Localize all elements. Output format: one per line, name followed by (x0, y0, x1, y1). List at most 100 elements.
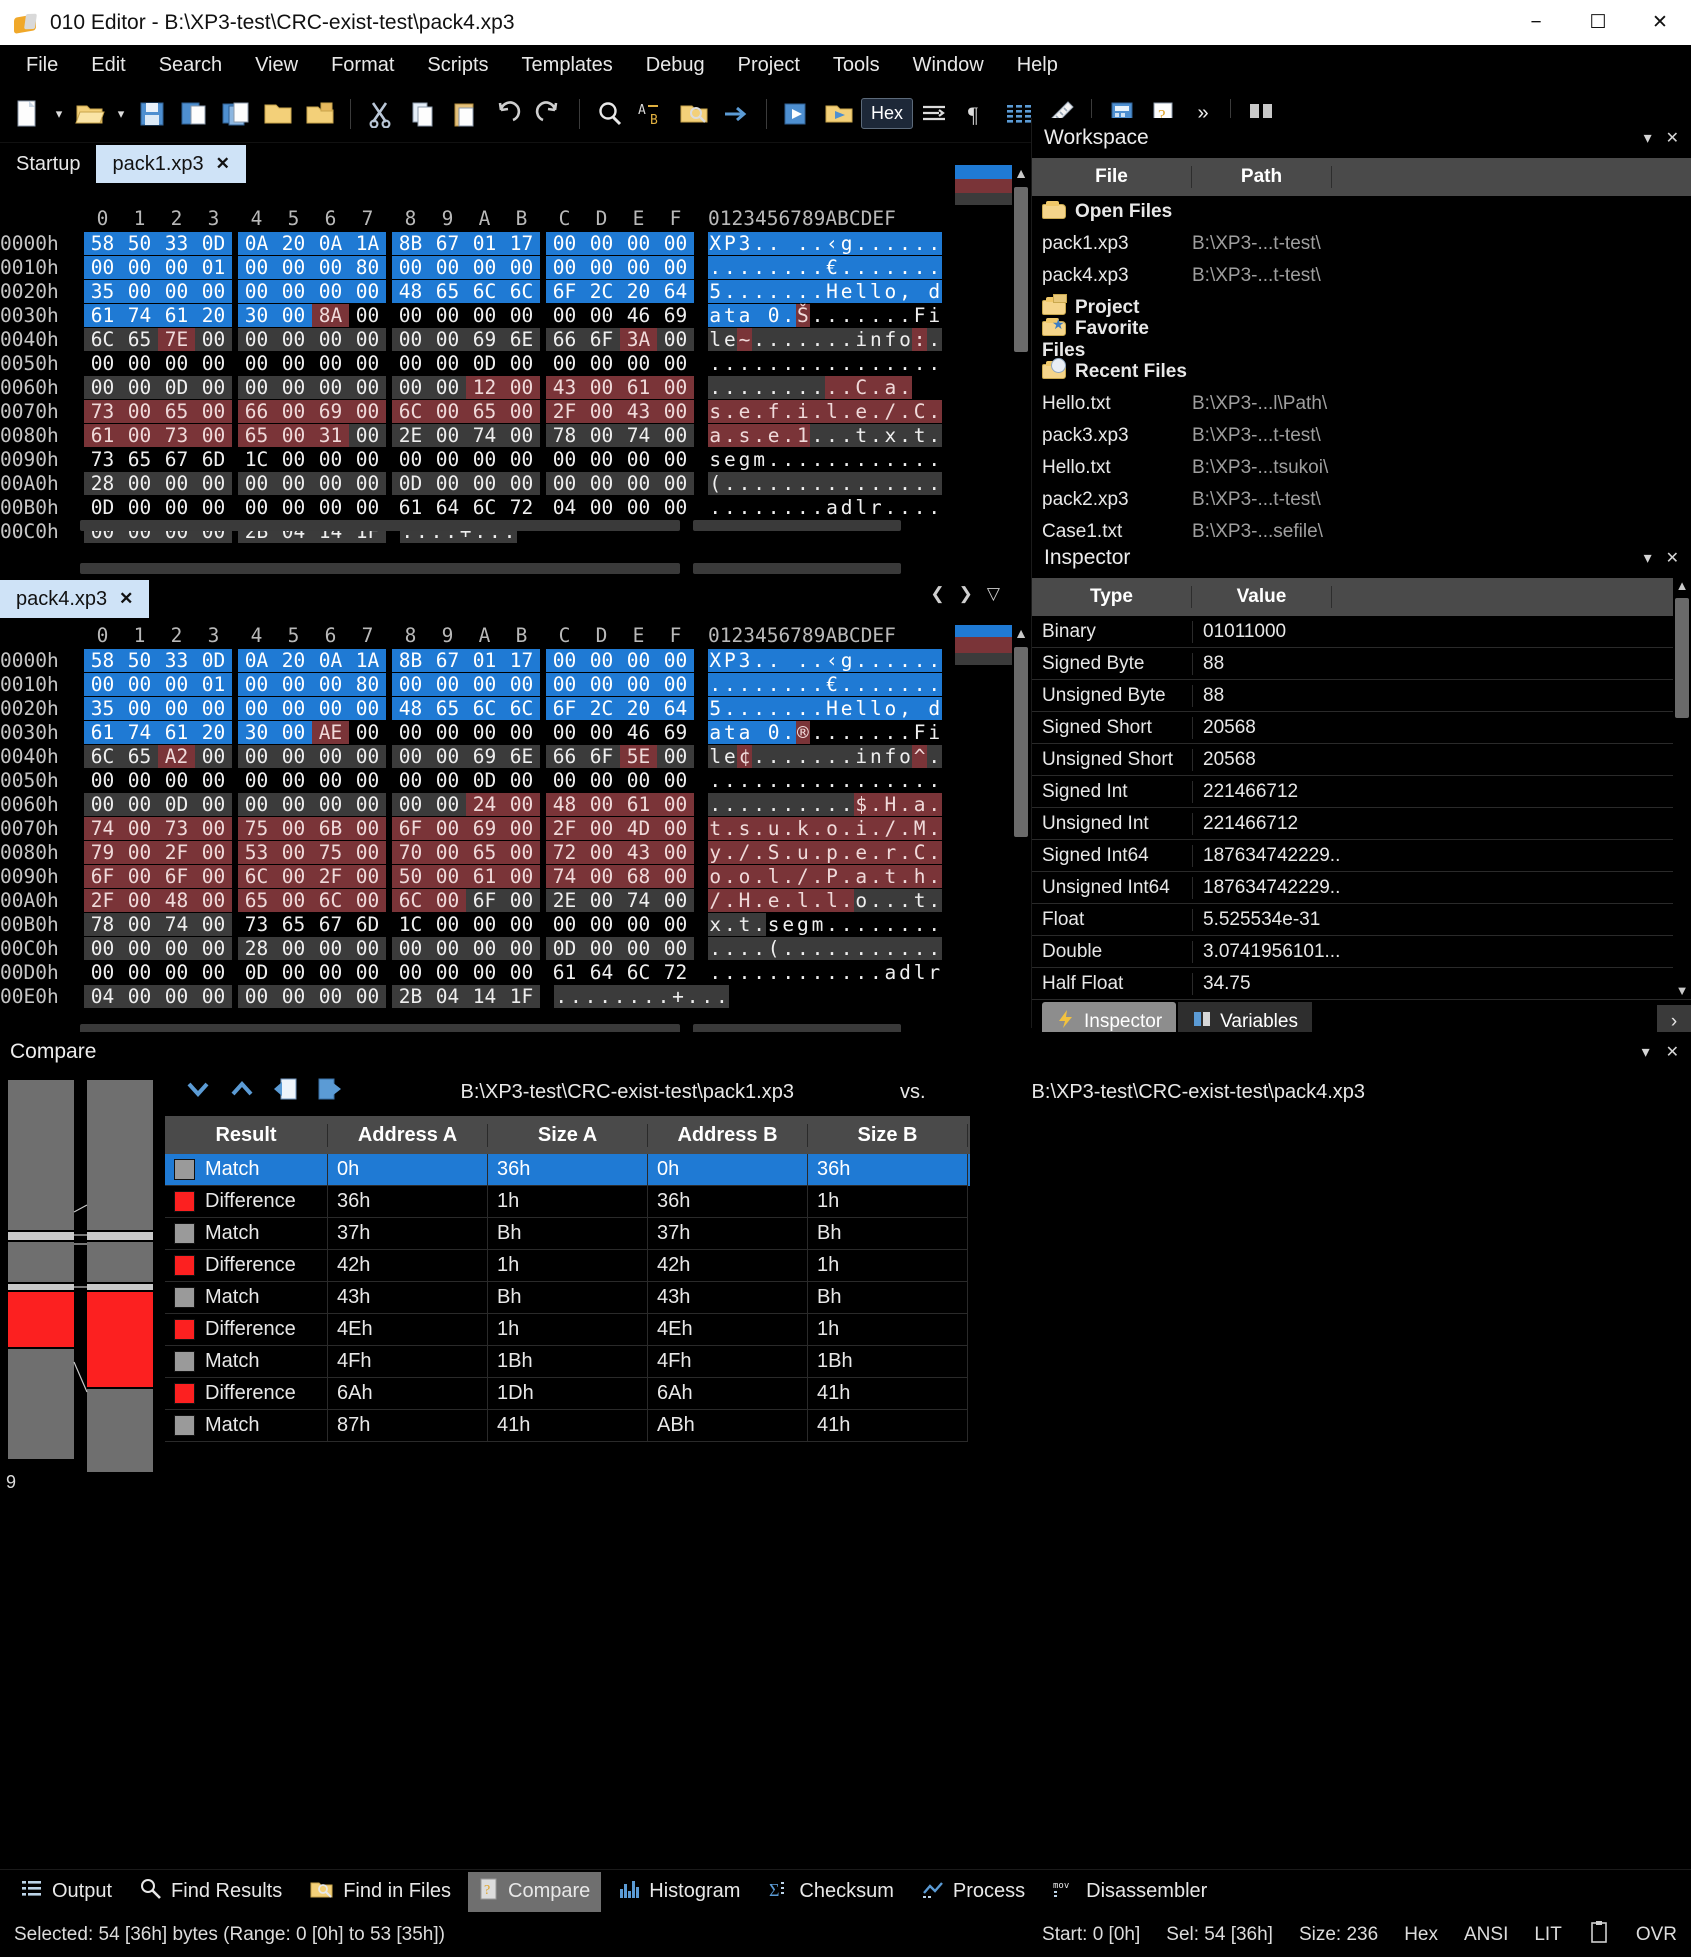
hex-byte[interactable]: 00 (429, 471, 466, 495)
ascii-char[interactable]: e (781, 913, 796, 936)
hex-byte[interactable]: 00 (349, 816, 386, 840)
hex-byte[interactable]: 00 (657, 792, 694, 816)
ascii-char[interactable]: . (708, 769, 723, 792)
ascii-char[interactable]: a (825, 496, 840, 519)
hex-byte[interactable]: 00 (121, 888, 158, 912)
compare-result-cell[interactable]: Difference (165, 1314, 328, 1346)
hex-byte[interactable]: 00 (583, 231, 620, 255)
inspector-value-cell[interactable]: 88 (1192, 652, 1332, 675)
hex-byte[interactable]: 00 (546, 913, 583, 936)
ascii-char[interactable]: . (810, 304, 825, 327)
ascii-char[interactable]: o (708, 864, 723, 888)
workspace-col-file[interactable]: File (1032, 166, 1192, 188)
hex-byte[interactable]: 74 (620, 423, 657, 447)
line-wrap-icon[interactable] (915, 94, 955, 134)
ascii-char[interactable]: o (897, 744, 913, 768)
ascii-char[interactable]: o (883, 696, 898, 720)
ascii-char[interactable]: . (824, 423, 840, 447)
ascii-char[interactable]: k (795, 816, 811, 840)
ascii-char[interactable]: . (883, 496, 898, 519)
ascii-char[interactable]: C (912, 840, 927, 864)
compare-size-a-cell[interactable]: 1h (488, 1250, 648, 1282)
hex-row[interactable]: 0020h 35 00 00 00 00 00 00 00 48 65 6C 6C 6F 2C 20 64 5..… (0, 696, 1030, 720)
ascii-char[interactable]: . (868, 648, 884, 672)
hex-byte[interactable]: 00 (429, 672, 466, 696)
ascii-char[interactable]: . (737, 352, 752, 375)
ascii-char[interactable]: . (912, 936, 927, 960)
ascii-char[interactable]: . (751, 864, 767, 888)
hex-byte[interactable]: 00 (275, 255, 312, 279)
ascii-char[interactable]: . (898, 769, 913, 792)
ascii-char[interactable]: . (722, 696, 738, 720)
hex-byte[interactable]: 00 (503, 864, 540, 888)
hex-byte[interactable]: 6C (238, 864, 275, 888)
inspector-value-cell[interactable]: 5.525534e-31 (1192, 908, 1332, 931)
ascii-char[interactable]: . (912, 648, 927, 672)
hex-byte[interactable]: 01 (195, 255, 232, 279)
ascii-char[interactable]: . (810, 231, 825, 255)
ascii-char[interactable]: . (722, 816, 738, 840)
ascii-char[interactable]: . (766, 496, 781, 519)
ascii-char[interactable]: . (854, 352, 869, 375)
inspector-value-cell[interactable]: 3.0741956101... (1192, 940, 1340, 963)
compare-address-a-cell[interactable]: 0h (328, 1154, 488, 1186)
ascii-char[interactable]: . (810, 279, 825, 303)
ascii-char[interactable]: . (781, 352, 796, 375)
ascii-char[interactable]: . (780, 327, 796, 351)
open-folder-icon[interactable] (258, 94, 298, 134)
search-icon[interactable] (590, 94, 630, 134)
hex-byte[interactable]: 00 (429, 913, 466, 936)
ascii-char[interactable]: e (839, 279, 854, 303)
hex-byte[interactable]: 00 (657, 888, 694, 912)
hex-byte[interactable]: 00 (349, 352, 386, 375)
hex-byte[interactable]: 00 (312, 961, 349, 984)
ascii-char[interactable]: . (839, 961, 854, 984)
hex-byte[interactable]: 00 (349, 721, 386, 744)
ascii-char[interactable]: . (839, 304, 854, 327)
ascii-char[interactable]: / (708, 888, 723, 912)
paste-icon[interactable] (445, 94, 485, 134)
ascii-char[interactable]: . (883, 255, 898, 279)
compare-col-address-a[interactable]: Address A (328, 1123, 488, 1147)
ascii-char[interactable]: . (927, 496, 942, 519)
hex-byte[interactable]: 65 (429, 696, 466, 720)
hex-byte[interactable]: 00 (429, 769, 466, 792)
ascii-char[interactable]: . (810, 936, 825, 960)
hex-byte[interactable]: 66 (546, 744, 583, 768)
ascii-char[interactable]: H (824, 279, 840, 303)
hex-byte[interactable]: 61 (620, 792, 657, 816)
ascii-char[interactable]: . (795, 471, 811, 495)
hex-byte[interactable]: 65 (121, 327, 158, 351)
ascii-char[interactable]: . (568, 984, 584, 1008)
ascii-char[interactable]: . (883, 936, 898, 960)
ascii-char[interactable]: . (780, 279, 796, 303)
hex-byte[interactable]: 72 (546, 840, 583, 864)
hex-byte[interactable]: 00 (583, 423, 620, 447)
hex-byte[interactable]: 00 (349, 961, 386, 984)
hex-byte[interactable]: 00 (312, 744, 349, 768)
compare-results-table[interactable]: Match 0h 36h 0h 36h Difference 36h 1h 36h 1h Match… (165, 1154, 970, 1442)
hex-byte[interactable]: 0A (238, 231, 275, 255)
hex-byte[interactable]: 00 (546, 448, 583, 471)
workspace-file-cell[interactable]: pack1.xp3 (1032, 233, 1192, 255)
inspector-scroll-thumb[interactable] (1675, 598, 1689, 718)
ascii-char[interactable]: . (926, 672, 942, 696)
bottom-tab-histogram[interactable]: Histogram (607, 1873, 751, 1911)
hex-row[interactable]: 00A0h 2F 00 48 00 65 00 6C 00 6C 00 6F 00 2E 00 74 00/. H… (0, 888, 1030, 912)
ascii-char[interactable]: y (708, 840, 723, 864)
bottom-tab-find-results[interactable]: Find Results (129, 1872, 293, 1912)
compare-address-b-cell[interactable]: 36h (648, 1186, 808, 1218)
ascii-char[interactable]: . (897, 471, 913, 495)
ascii-char[interactable]: . (810, 961, 825, 984)
ascii-char[interactable]: . (751, 327, 767, 351)
ascii-char[interactable]: P (824, 864, 840, 888)
hex-byte[interactable]: 30 (238, 720, 275, 744)
compare-col-address-b[interactable]: Address B (648, 1123, 808, 1147)
hex-byte[interactable]: 00 (275, 471, 312, 495)
ascii-char[interactable]: . (752, 352, 767, 375)
ascii-char[interactable]: s (737, 423, 752, 447)
hex-row[interactable]: 0040h 6C 65 A2 00 00 00 00 00 00 00 69 6E 66 6F 5E 00 l e ¢… (0, 744, 1030, 768)
hex-byte[interactable]: 00 (275, 792, 312, 816)
hex-byte[interactable]: 00 (429, 255, 466, 279)
ascii-char[interactable]: . (751, 912, 767, 936)
